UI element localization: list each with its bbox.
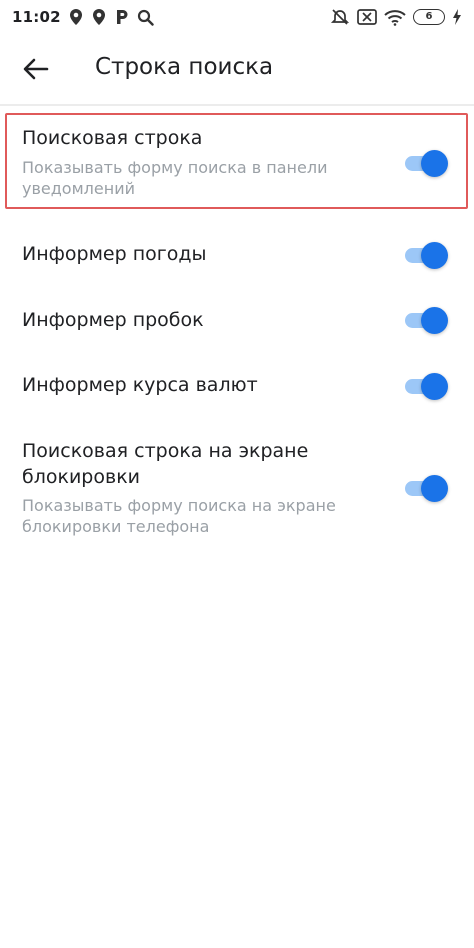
wifi-icon (384, 9, 406, 26)
app-bar: Строка поиска (0, 34, 474, 104)
setting-weather-informer[interactable]: Информер погоды (0, 225, 474, 285)
status-bar: 11:02 6 (0, 0, 474, 34)
back-arrow-icon (23, 58, 49, 80)
setting-lockscreen-search[interactable]: Поисковая строка на экране блокировки По… (0, 426, 474, 546)
traffic-informer-toggle[interactable] (405, 307, 448, 334)
setting-currency-informer[interactable]: Информер курса валют (0, 356, 474, 416)
toggle-thumb (421, 475, 448, 502)
toggle-thumb (421, 242, 448, 269)
location-pin-icon (91, 8, 107, 26)
setting-traffic-informer[interactable]: Информер пробок (0, 290, 474, 350)
status-bar-left: 11:02 (12, 8, 154, 26)
setting-title: Поисковая строка (22, 127, 203, 149)
setting-description: Показывать форму поиска на экране блокир… (22, 496, 336, 536)
status-time: 11:02 (12, 8, 61, 26)
setting-search-bar[interactable]: Поисковая строка Показывать форму поиска… (0, 113, 474, 209)
back-button[interactable] (18, 51, 54, 87)
setting-title: Информер погоды (22, 243, 207, 265)
battery-level: 6 (425, 11, 433, 22)
status-bar-right: 6 (330, 8, 462, 26)
search-bar-toggle[interactable] (405, 150, 448, 177)
setting-title: Информер курса валют (22, 374, 258, 396)
app-bar-divider (0, 104, 474, 106)
toggle-thumb (421, 150, 448, 177)
setting-description: Показывать форму поиска в панели уведомл… (22, 158, 328, 198)
weather-informer-toggle[interactable] (405, 242, 448, 269)
charging-bolt-icon (452, 9, 462, 25)
sim-off-icon (357, 9, 377, 25)
setting-title: Поисковая строка на экране блокировки (22, 440, 309, 488)
battery-icon: 6 (413, 9, 445, 25)
toggle-thumb (421, 373, 448, 400)
location-pin-icon (68, 8, 84, 26)
toggle-thumb (421, 307, 448, 334)
lockscreen-search-toggle[interactable] (405, 475, 448, 502)
setting-title: Информер пробок (22, 309, 204, 331)
search-icon (137, 9, 154, 26)
currency-informer-toggle[interactable] (405, 373, 448, 400)
alarm-off-icon (330, 8, 350, 26)
page-title: Строка поиска (95, 54, 274, 80)
parking-icon (114, 8, 130, 26)
